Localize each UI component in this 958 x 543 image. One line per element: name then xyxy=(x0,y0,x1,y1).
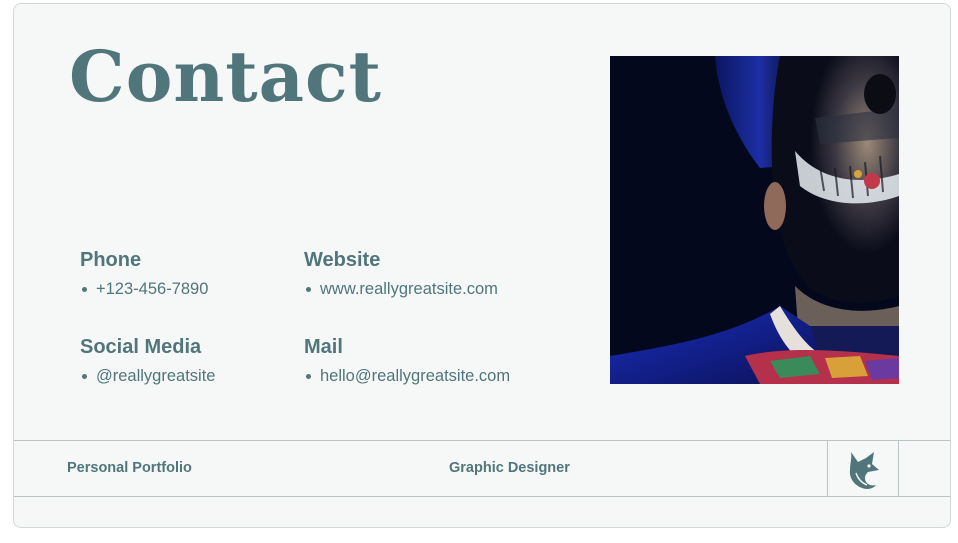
bullet-icon xyxy=(82,287,87,292)
footer-role-label: Graphic Designer xyxy=(449,460,570,476)
footer-bar: Personal Portfolio Graphic Designer xyxy=(14,440,950,497)
mail-heading: Mail xyxy=(304,336,343,358)
social-value: @reallygreatsite xyxy=(96,367,216,385)
contact-slide: Contact Phone +123-456-7890 Website www.… xyxy=(13,3,951,528)
website-item: www.reallygreatsite.com xyxy=(304,280,498,299)
fox-icon xyxy=(849,451,879,489)
logo-box xyxy=(827,441,899,496)
social-heading: Social Media xyxy=(80,336,202,358)
phone-item: +123-456-7890 xyxy=(80,280,208,299)
phone-heading: Phone xyxy=(80,249,142,271)
footer-portfolio-label: Personal Portfolio xyxy=(67,460,192,476)
bullet-icon xyxy=(306,374,311,379)
website-block: Website www.reallygreatsite.com xyxy=(304,249,498,299)
page-title: Contact xyxy=(69,35,382,118)
website-heading: Website xyxy=(304,249,381,271)
bullet-icon xyxy=(306,287,311,292)
website-value: www.reallygreatsite.com xyxy=(320,280,498,298)
mail-value: hello@reallygreatsite.com xyxy=(320,367,511,385)
social-block: Social Media @reallygreatsite xyxy=(80,336,215,386)
phone-block: Phone +123-456-7890 xyxy=(80,249,208,299)
social-item: @reallygreatsite xyxy=(80,367,215,386)
phone-value: +123-456-7890 xyxy=(96,280,209,298)
bullet-icon xyxy=(82,374,87,379)
mail-item: hello@reallygreatsite.com xyxy=(304,367,510,386)
mail-block: Mail hello@reallygreatsite.com xyxy=(304,336,510,386)
skull-makeup-portrait-icon xyxy=(610,56,899,384)
portrait-photo xyxy=(610,56,899,384)
